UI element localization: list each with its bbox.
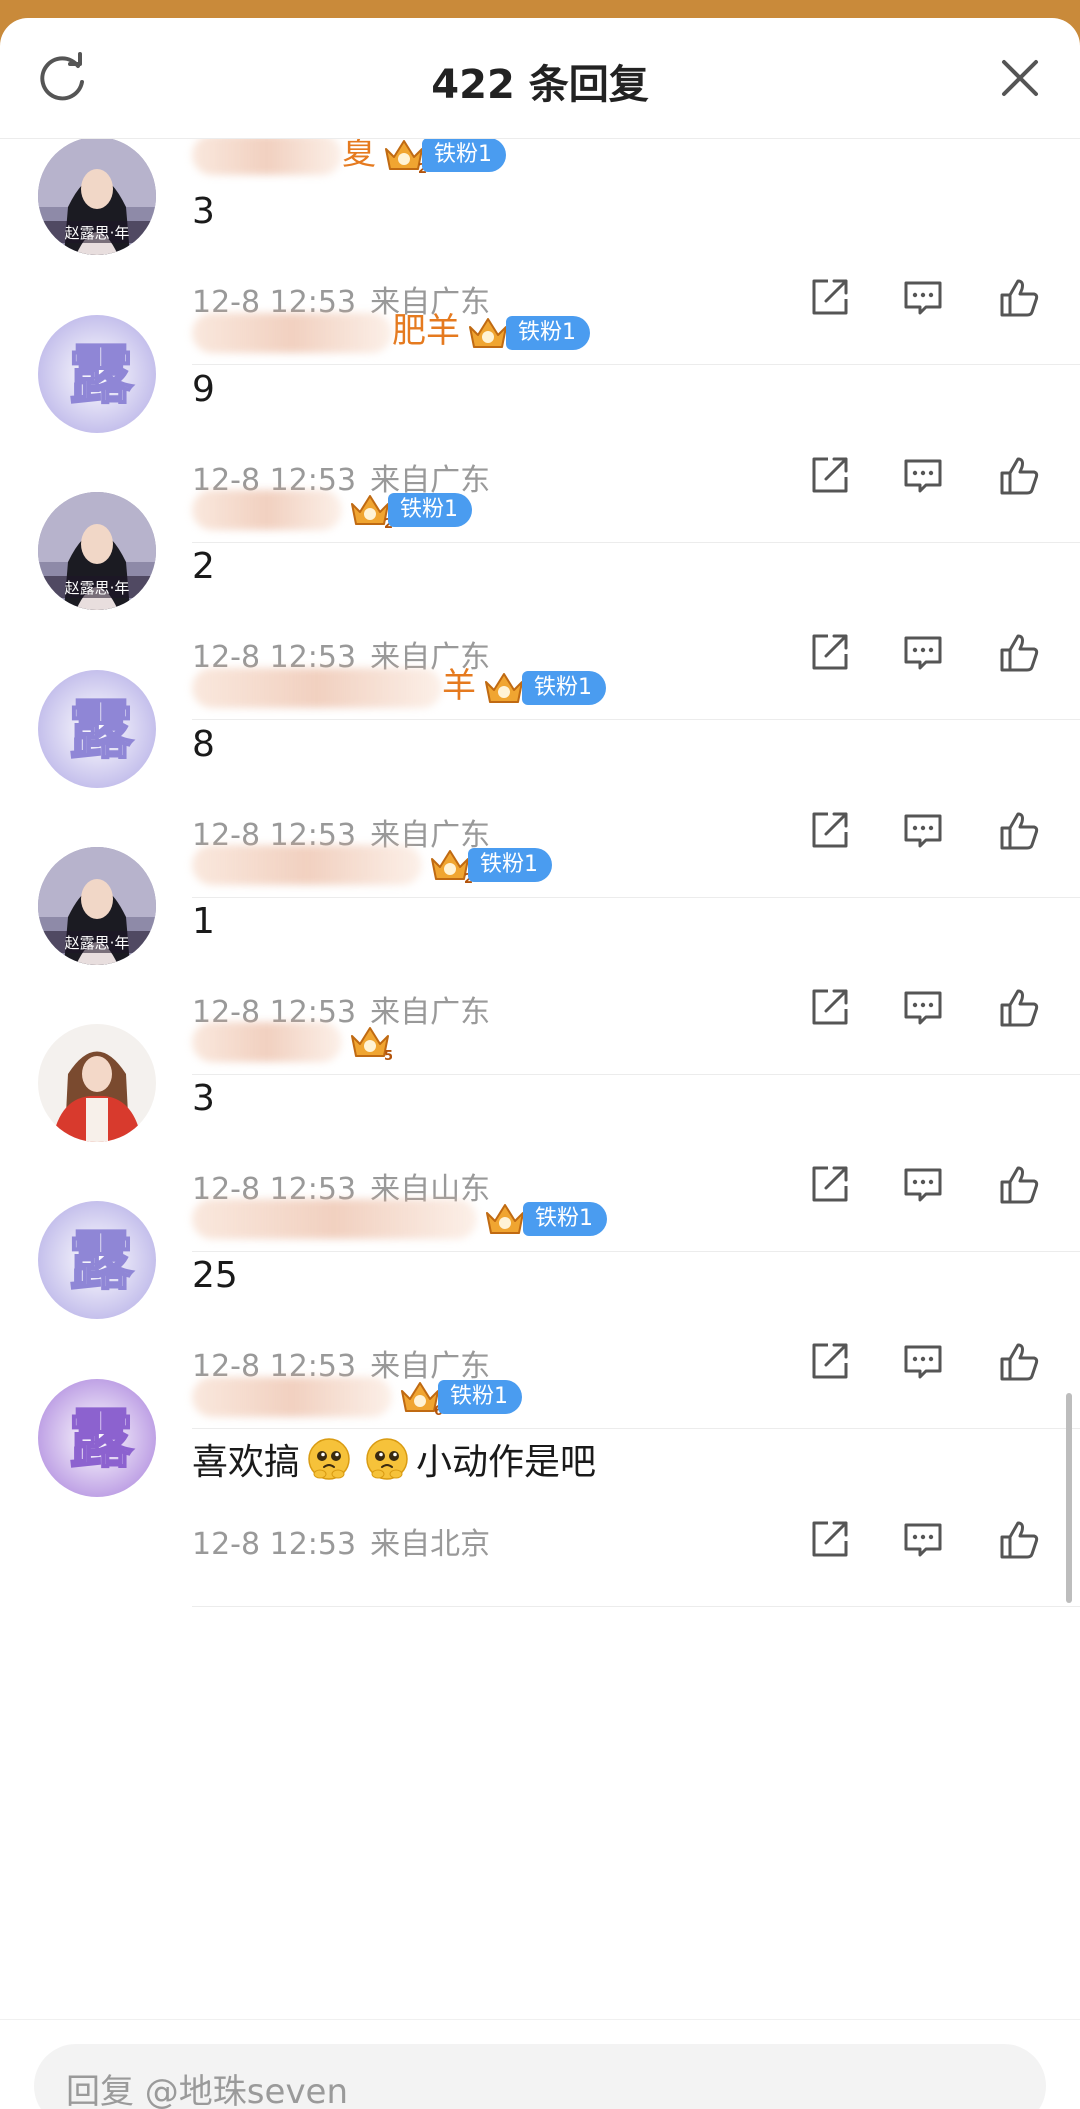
username[interactable]: 2铁粉1 (192, 839, 552, 887)
fan-badge: 铁粉1 (388, 492, 472, 527)
comment-content[interactable]: 1 (192, 901, 215, 942)
crown-icon: 2 (385, 139, 426, 175)
avatar-caption: 赵露思·年 (65, 224, 130, 242)
comment-sheet: 422 条回复 赵露思·年夏2铁粉1312-8 12:53来自广东露肥羊铁粉19… (0, 18, 1080, 2109)
avatar[interactable]: 赵露思·年 (38, 492, 156, 610)
comment-content[interactable]: 2 (192, 546, 215, 587)
username-blurred (192, 489, 342, 530)
avatar[interactable]: 露 (38, 1379, 156, 1497)
crown-icon (469, 317, 507, 348)
avatar-glyph: 露 (69, 1225, 134, 1299)
comment-text-after: 小动作是吧 (416, 1442, 597, 1483)
avatar[interactable]: 赵露思·年 (38, 847, 156, 965)
username[interactable]: 夏2铁粉1 (192, 139, 506, 177)
avatar-caption: 赵露思·年 (65, 579, 130, 597)
fan-badge: 铁粉1 (522, 670, 606, 705)
fan-badge: 铁粉1 (422, 139, 506, 172)
comment-item: 露 6铁粉1 喜欢搞 小动作是吧 12-8 12:53 来自北京 (0, 1369, 1080, 1607)
username-blurred (192, 312, 392, 353)
username[interactable]: 羊 铁粉1 (192, 662, 606, 710)
comment-content[interactable]: 3 (192, 191, 215, 232)
avatar[interactable]: 赵露思·年 (38, 139, 156, 255)
comment-location: 来自北京 (370, 1527, 491, 1562)
reply-input[interactable]: 回复 @地珠seven (34, 2044, 1046, 2109)
page-title: 422 条回复 (431, 62, 649, 108)
username-blurred (192, 139, 342, 175)
crown-icon: 5 (351, 1026, 392, 1062)
header: 422 条回复 (0, 18, 1080, 139)
comment-meta: 12-8 12:53 来自北京 (192, 1519, 490, 1563)
comment-content[interactable]: 3 (192, 1078, 215, 1119)
username-text: 夏 (342, 139, 376, 173)
pleading-face-icon (366, 1438, 408, 1480)
fan-badge: 铁粉1 (468, 847, 552, 882)
avatar[interactable]: 露 (38, 315, 156, 433)
reply-placeholder: 回复 @地珠seven (66, 2072, 349, 2109)
avatar-glyph: 露 (69, 1403, 134, 1477)
avatar-glyph: 露 (69, 339, 134, 413)
fan-badge: 铁粉1 (506, 315, 590, 350)
username-blurred (192, 667, 442, 708)
divider (192, 1606, 1080, 1607)
comment-content[interactable]: 喜欢搞 小动作是吧 (192, 1433, 596, 1485)
username-text: 肥羊 (392, 311, 460, 351)
username-blurred (192, 1376, 392, 1417)
crown-icon: 2 (431, 849, 472, 885)
comment-list[interactable]: 赵露思·年夏2铁粉1312-8 12:53来自广东露肥羊铁粉1912-8 12:… (0, 139, 1080, 2019)
like-icon[interactable] (996, 1517, 1042, 1563)
comment-text-before: 喜欢搞 (192, 1442, 301, 1483)
username-text: 羊 (442, 666, 476, 706)
username[interactable]: 肥羊 铁粉1 (192, 307, 590, 355)
username[interactable]: 2铁粉1 (192, 484, 472, 532)
scrollbar[interactable] (1066, 1393, 1072, 1603)
pleading-face-icon (308, 1438, 350, 1480)
comment-content[interactable]: 9 (192, 369, 215, 410)
username-blurred (192, 1198, 477, 1239)
comment-date: 12-8 12:53 (192, 1527, 357, 1562)
share-icon[interactable] (806, 1517, 852, 1563)
crown-icon (485, 672, 523, 703)
avatar-glyph: 露 (69, 694, 134, 768)
fan-badge: 铁粉1 (438, 1379, 522, 1414)
crown-icon: 2 (351, 494, 392, 530)
avatar[interactable]: 露 (38, 670, 156, 788)
avatar[interactable]: 露 (38, 1201, 156, 1319)
username-blurred (192, 844, 422, 885)
comment-content[interactable]: 25 (192, 1255, 238, 1296)
username[interactable]: 铁粉1 (192, 1193, 607, 1241)
fan-badge: 铁粉1 (523, 1201, 607, 1236)
username[interactable]: 6铁粉1 (192, 1371, 522, 1419)
avatar[interactable] (38, 1024, 156, 1142)
avatar-caption: 赵露思·年 (65, 934, 130, 952)
comment-icon[interactable] (900, 1517, 946, 1563)
username-blurred (192, 1021, 342, 1062)
crown-icon (486, 1203, 524, 1234)
comment-content[interactable]: 8 (192, 724, 215, 765)
crown-icon: 6 (401, 1381, 442, 1417)
footer: 回复 @地珠seven (0, 2019, 1080, 2109)
close-icon[interactable] (996, 54, 1044, 102)
username[interactable]: 5 (192, 1016, 392, 1064)
svg-text:5: 5 (384, 1049, 392, 1062)
